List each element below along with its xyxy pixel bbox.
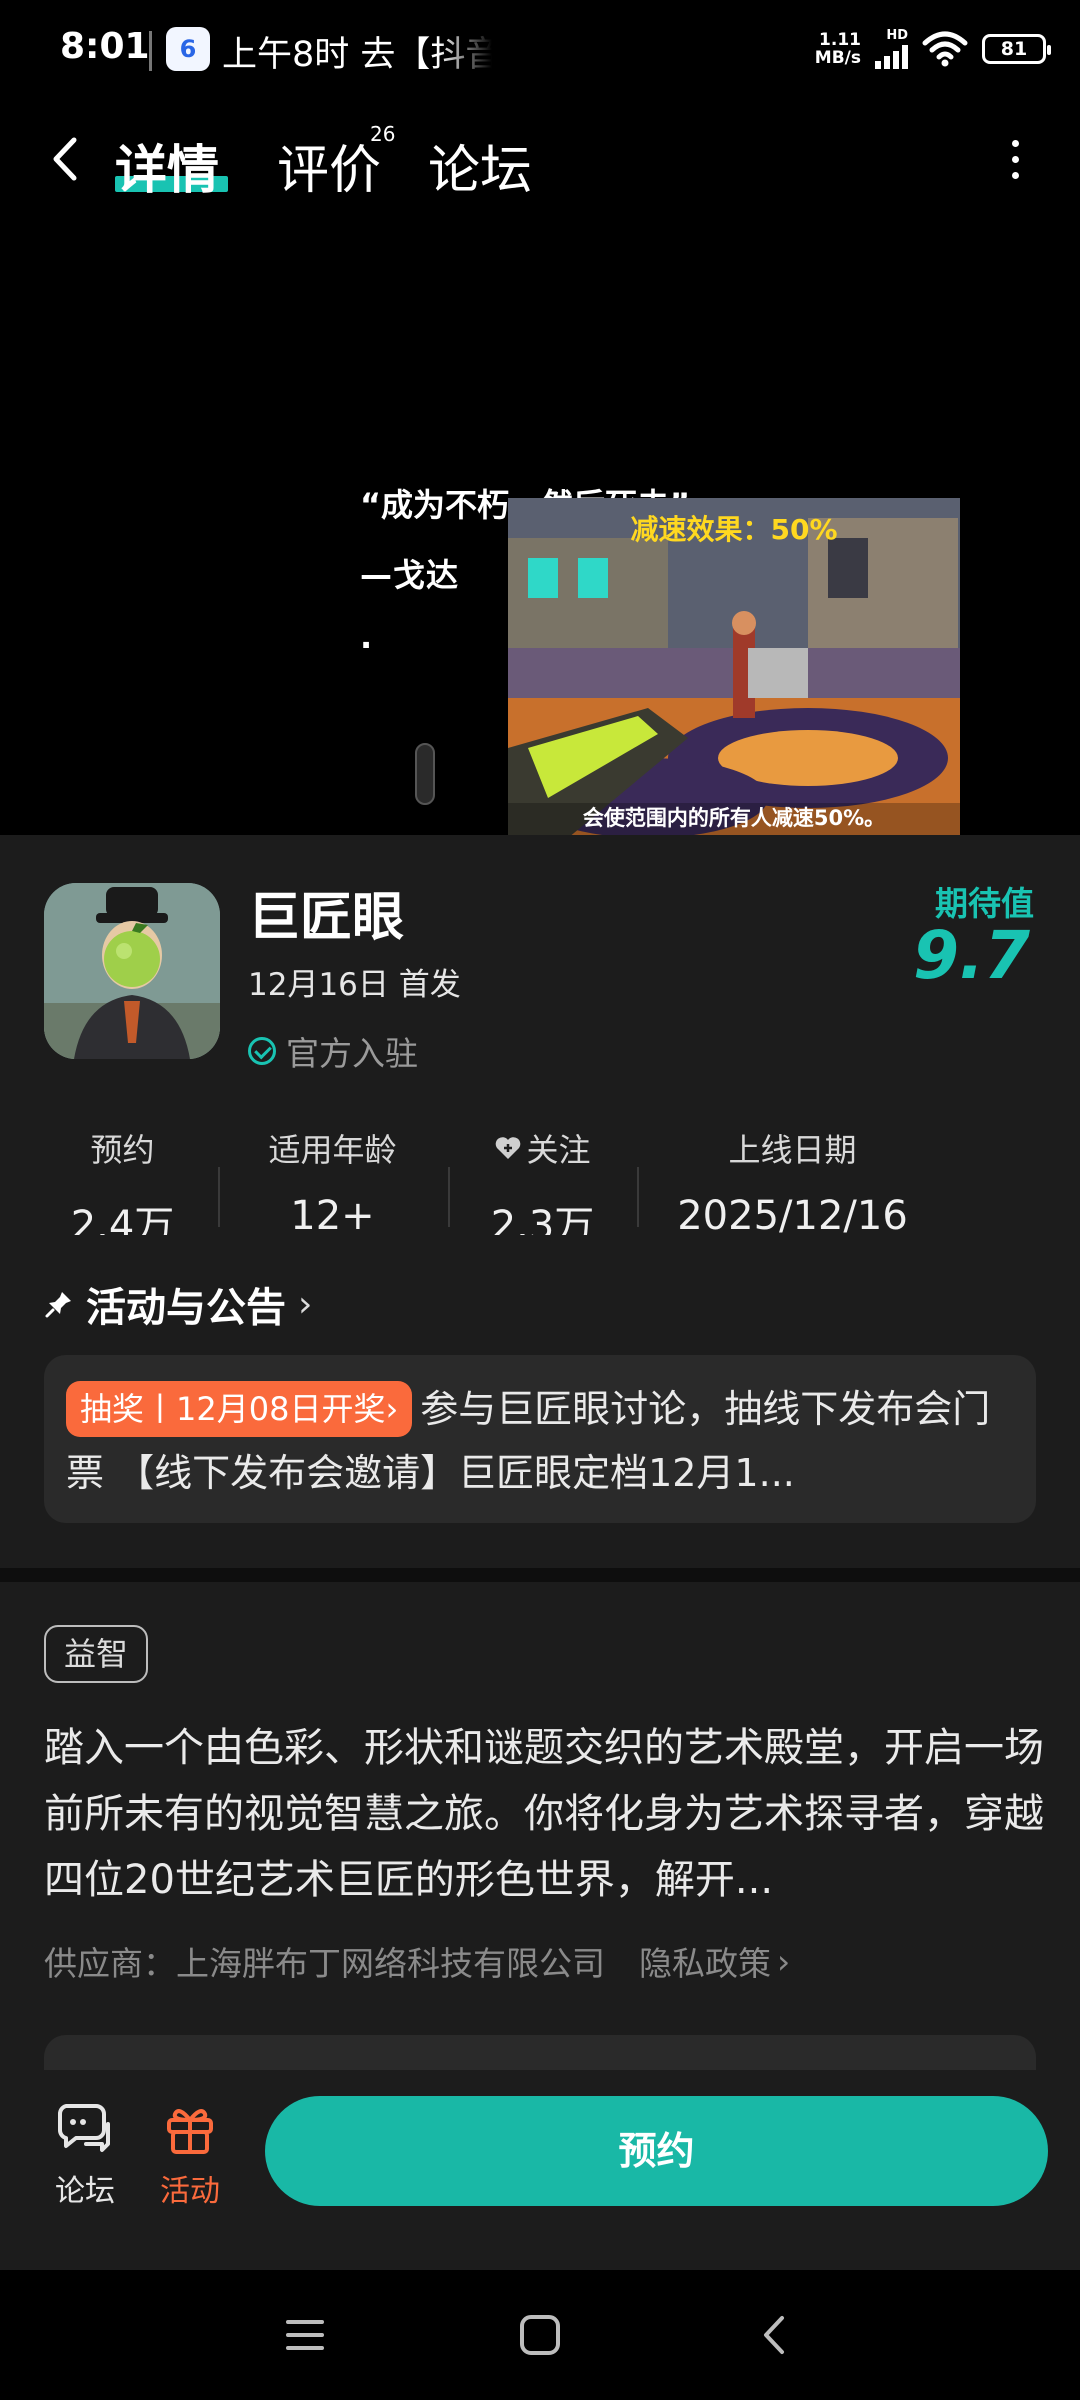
- chevron-right-icon: ›: [298, 1283, 313, 1325]
- activity-button[interactable]: 活动: [135, 2100, 245, 2210]
- release-date: 12月16日 首发: [248, 967, 461, 1003]
- hd-label: HD: [886, 28, 908, 43]
- pip-video[interactable]: 减速效果：50% 会使范围内的所有人减速50%。: [508, 498, 960, 835]
- detail-panel: 巨匠眼 12月16日 首发 官方入驻 期待值 9.7 预约 2.4万 适用年龄 …: [0, 835, 1080, 2265]
- stat-value: 2.3万: [490, 1203, 595, 1235]
- more-icon[interactable]: [1012, 140, 1022, 180]
- app-icon: [44, 883, 220, 1059]
- tab-details[interactable]: 详情: [115, 128, 219, 203]
- back-nav-icon[interactable]: [750, 2310, 800, 2360]
- stats-row: 预约 2.4万 适用年龄 12+ 关注 2.3万 上线日期 2025/12/16: [0, 1125, 1080, 1235]
- stat-value: 12+: [290, 1193, 375, 1235]
- supplier-row: 供应商：上海胖布丁网络科技有限公司 隐私政策 ›: [44, 1937, 790, 1985]
- wifi-icon: [922, 31, 968, 67]
- supplier-text: 供应商：上海胖布丁网络科技有限公司: [44, 1944, 605, 1983]
- privacy-label: 隐私政策: [639, 1944, 771, 1983]
- activity-label: 活动: [160, 2174, 220, 2209]
- official-badge: 官方入驻: [248, 1027, 418, 1075]
- stat-reservations[interactable]: 预约 2.4万: [50, 1125, 195, 1235]
- status-bar: 8:01 6 上午8时 去【抖音 1.11 MB/s HD 81: [0, 0, 1080, 100]
- pin-icon: [45, 1292, 71, 1318]
- stat-value: 2.4万: [70, 1203, 175, 1235]
- status-divider: [149, 31, 152, 71]
- forum-label: 论坛: [55, 2174, 115, 2209]
- top-nav: 详情 评价 26 论坛: [0, 110, 1080, 210]
- stat-follow[interactable]: 关注 2.3万: [465, 1125, 620, 1235]
- lottery-tag[interactable]: 抽奖丨12月08日开奖›: [66, 1381, 413, 1437]
- privacy-link[interactable]: 隐私政策 ›: [639, 1937, 790, 1985]
- stat-divider: [448, 1167, 450, 1227]
- genre-tag[interactable]: 益智: [44, 1625, 149, 1683]
- stat-label: 预约: [90, 1131, 155, 1169]
- media-header: 8:01 6 上午8时 去【抖音 1.11 MB/s HD 81 详情 评价 2…: [0, 0, 1080, 835]
- home-icon[interactable]: [515, 2310, 565, 2360]
- net-speed-value: 1.11: [819, 30, 861, 50]
- activity-card[interactable]: 抽奖丨12月08日开奖› 参与巨匠眼讨论，抽线下发布会门票 【线下发布会邀请】巨匠…: [44, 1355, 1036, 1523]
- stat-value: 2025/12/16: [677, 1193, 908, 1235]
- forum-button[interactable]: 论坛: [30, 2100, 140, 2210]
- notification-text: 上午8时 去【抖音: [222, 35, 492, 75]
- status-time: 8:01: [60, 26, 150, 67]
- status-indicators: 1.11 MB/s HD 81: [815, 24, 1051, 74]
- battery-icon: 81: [982, 34, 1051, 64]
- activity-section-title: 活动与公告: [86, 1285, 286, 1331]
- app-name: 巨匠眼: [248, 888, 405, 948]
- tab-forum[interactable]: 论坛: [428, 128, 532, 203]
- stat-label: 关注: [526, 1131, 591, 1169]
- stat-launch-date[interactable]: 上线日期 2025/12/16: [660, 1125, 925, 1235]
- stat-label-wrap: 关注: [465, 1125, 620, 1171]
- reserve-button[interactable]: 预约: [265, 2096, 1048, 2206]
- gift-icon: [167, 2109, 213, 2154]
- net-speed: 1.11 MB/s: [815, 31, 861, 67]
- system-navigation-bar: [0, 2270, 1080, 2400]
- stat-label: 适用年龄: [268, 1131, 397, 1169]
- game-scene-image: [508, 498, 960, 835]
- chat-bubbles-icon: [58, 2104, 110, 2152]
- stat-divider: [637, 1167, 639, 1227]
- pip-caption-bottom: 会使范围内的所有人减速50%。: [582, 806, 886, 830]
- check-circle-icon: [248, 1037, 276, 1065]
- game-description[interactable]: 踏入一个由色彩、形状和谜题交织的艺术殿堂，开启一场前所未有的视觉智慧之旅。你将化…: [44, 1715, 1044, 1913]
- video-scrub-handle[interactable]: [415, 743, 435, 805]
- official-label: 官方入驻: [286, 1034, 418, 1073]
- back-icon[interactable]: [48, 134, 82, 184]
- notification-app-icon: 6: [166, 27, 210, 71]
- net-speed-unit: MB/s: [814, 48, 861, 68]
- menu-icon[interactable]: [280, 2310, 330, 2360]
- signal-icon: HD: [875, 29, 908, 69]
- pip-caption-top: 减速效果：50%: [630, 513, 838, 546]
- stat-divider: [218, 1167, 220, 1227]
- expectation-score: 9.7: [913, 917, 1030, 994]
- stat-age[interactable]: 适用年龄 12+: [240, 1125, 425, 1235]
- stat-label: 上线日期: [728, 1131, 857, 1169]
- tab-reviews[interactable]: 评价: [277, 128, 381, 203]
- reviews-count-badge: 26: [370, 122, 396, 146]
- chevron-right-icon: ›: [777, 1941, 791, 1981]
- section-divider: [0, 1568, 1080, 1582]
- heart-plus-icon: [496, 1137, 521, 1159]
- bottom-action-bar: 论坛 活动 预约: [0, 2070, 1080, 2270]
- activity-section-header[interactable]: 活动与公告 ›: [44, 1275, 312, 1333]
